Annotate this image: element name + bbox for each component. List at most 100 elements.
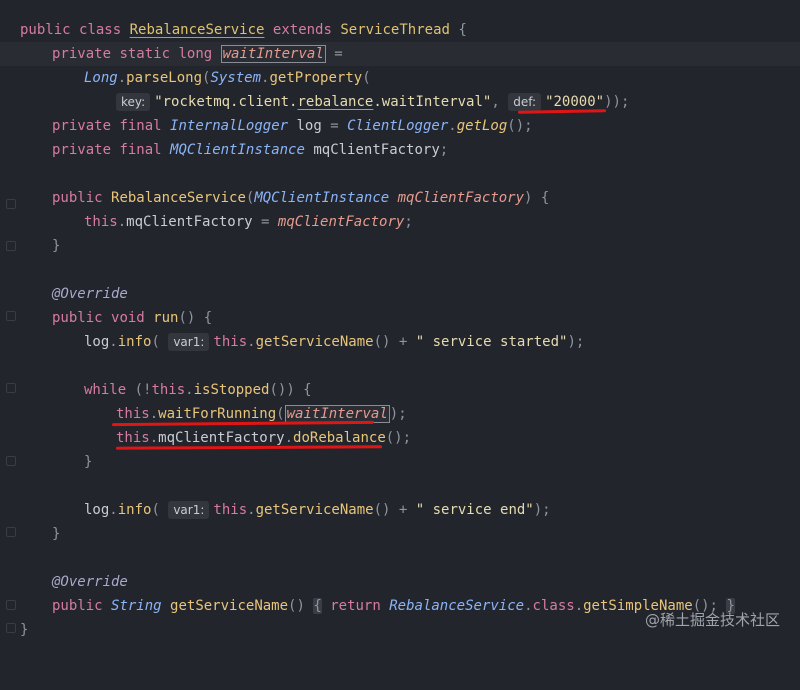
annotation: @Override	[52, 286, 128, 302]
dot: .	[109, 502, 118, 518]
operator: =	[330, 118, 339, 134]
paren: (!	[134, 382, 152, 398]
method-name: getServiceName	[170, 598, 289, 614]
string-default-value: "20000"	[545, 94, 605, 110]
paren: ) {	[524, 190, 550, 206]
string: "rocketmq.client.	[154, 94, 298, 110]
keyword: this	[151, 382, 186, 398]
variable: log	[296, 118, 322, 134]
keyword: extends	[272, 22, 332, 38]
field-ref: mqClientFactory	[158, 430, 285, 446]
code-line-10[interactable]: }	[0, 234, 800, 258]
string: rebalance	[297, 94, 374, 110]
constructor-name: RebalanceService	[111, 190, 246, 206]
code-line-14[interactable]: log.info( var1: this.getServiceName() + "…	[0, 330, 800, 354]
dot: .	[117, 214, 127, 230]
code-line-13[interactable]: public void run() {	[0, 306, 800, 330]
paren: ));	[604, 94, 630, 110]
brace: }	[52, 238, 61, 254]
keyword: this	[213, 502, 248, 518]
paren: );	[567, 334, 585, 350]
parameter: mqClientFactory	[397, 190, 525, 206]
keyword: void	[111, 310, 145, 326]
class-ref: ClientLogger	[347, 118, 449, 134]
parameter: mqClientFactory	[277, 214, 405, 230]
class-ref: Long	[84, 70, 118, 86]
brace: }	[84, 454, 93, 470]
keyword: this	[213, 334, 248, 350]
code-line-1[interactable]: public class RebalanceService extends Se…	[0, 18, 800, 42]
keyword: public	[52, 310, 103, 326]
keyword: final	[119, 142, 162, 158]
keyword: this	[116, 430, 150, 446]
watermark: @稀土掘金技术社区	[644, 611, 780, 629]
keyword: class	[532, 598, 575, 614]
brace: }	[52, 526, 61, 542]
brace: {	[458, 22, 467, 38]
method-name: getLog	[456, 118, 508, 134]
keyword: private	[52, 142, 112, 158]
code-line-6[interactable]: private final MQClientInstance mqClientF…	[0, 138, 800, 162]
type-name: MQClientInstance	[170, 142, 305, 158]
paren: (	[276, 406, 285, 422]
paren: (	[151, 502, 160, 518]
code-line-21[interactable]: log.info( var1: this.getServiceName() + "…	[0, 498, 800, 522]
operator: () +	[373, 334, 408, 350]
code-line-24[interactable]: @Override	[0, 570, 800, 594]
param-hint: key:	[116, 93, 151, 111]
field-name: waitInterval	[220, 45, 326, 63]
code-line-16[interactable]: while (!this.isStopped()) {	[0, 378, 800, 402]
keyword: long	[178, 46, 213, 62]
code-line-5[interactable]: private final InternalLogger log = Clien…	[0, 114, 800, 138]
variable: mqClientFactory	[313, 142, 440, 158]
keyword: return	[330, 598, 381, 614]
method-name: getServiceName	[255, 502, 374, 518]
dot: .	[117, 70, 127, 86]
string: .waitInterval"	[373, 94, 492, 110]
operator: =	[261, 214, 270, 230]
code-editor[interactable]: public class RebalanceService extends Se…	[0, 0, 800, 650]
keyword: private	[52, 46, 112, 62]
paren: );	[533, 502, 551, 518]
variable: log	[84, 502, 110, 518]
keyword: this	[116, 406, 150, 422]
keyword: while	[84, 382, 127, 398]
parent-class: ServiceThread	[340, 22, 450, 38]
variable: log	[84, 334, 110, 350]
method-name: parseLong	[126, 70, 203, 86]
comma: ,	[491, 94, 500, 110]
string: " service started"	[415, 334, 568, 350]
keyword: class	[79, 22, 122, 38]
code-line-12[interactable]: @Override	[0, 282, 800, 306]
keyword: static	[119, 46, 171, 62]
brace: {	[313, 598, 322, 614]
operator: () +	[373, 502, 408, 518]
semicolon: ;	[404, 214, 413, 230]
dot: .	[109, 334, 118, 350]
code-line-22[interactable]: }	[0, 522, 800, 546]
type-name: String	[111, 598, 162, 614]
method-name: isStopped	[193, 382, 270, 398]
paren: ();	[507, 118, 533, 134]
class-ref: System	[210, 70, 262, 86]
paren: () {	[178, 310, 213, 326]
class-ref: RebalanceService	[389, 598, 525, 614]
code-line-2[interactable]: private static long waitInterval =	[0, 42, 800, 66]
keyword: public	[52, 598, 103, 614]
method-name: getProperty	[269, 70, 363, 86]
paren: ();	[385, 430, 412, 446]
semicolon: ;	[439, 142, 449, 158]
code-line-8[interactable]: public RebalanceService(MQClientInstance…	[0, 186, 800, 210]
method-name: waitForRunning	[158, 406, 277, 422]
method-name: doRebalance	[293, 430, 386, 446]
annotation: @Override	[52, 574, 128, 590]
code-line-3[interactable]: Long.parseLong(System.getProperty(	[0, 66, 800, 90]
class-name: RebalanceService	[129, 22, 265, 38]
code-line-19[interactable]: }	[0, 450, 800, 474]
code-line-9[interactable]: this.mqClientFactory = mqClientFactory;	[0, 210, 800, 234]
paren: );	[389, 406, 407, 422]
string: " service end"	[415, 502, 534, 518]
code-line-4[interactable]: key: "rocketmq.client.rebalance.waitInter…	[0, 90, 800, 114]
param-hint: var1:	[168, 333, 210, 351]
type-name: InternalLogger	[170, 118, 289, 134]
